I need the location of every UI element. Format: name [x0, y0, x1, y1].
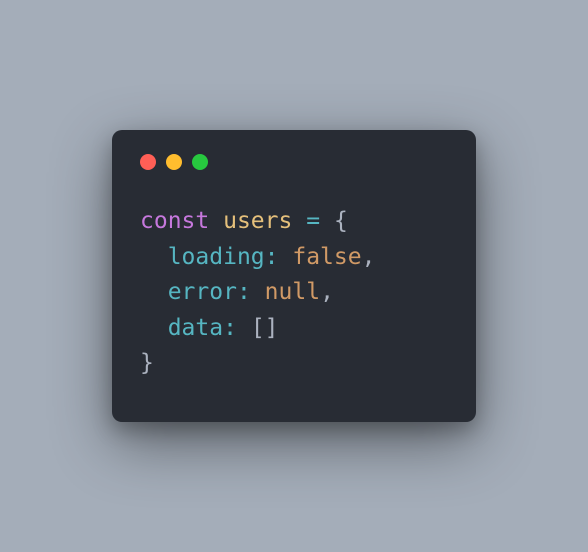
token-operator: = [306, 208, 320, 234]
token-brace: } [140, 350, 154, 376]
token-identifier: users [223, 208, 292, 234]
token-keyword: const [140, 208, 209, 234]
code-window: const users = { loading: false, error: n… [112, 130, 476, 422]
token-brace: { [334, 208, 348, 234]
token-boolean: false [292, 244, 361, 270]
token-brackets: [] [251, 315, 279, 341]
maximize-icon[interactable] [192, 154, 208, 170]
window-titlebar [112, 130, 476, 170]
indent [140, 311, 168, 347]
token-property: loading [168, 244, 265, 270]
token-property: error [168, 279, 237, 305]
token-null: null [265, 279, 320, 305]
token-property: data [168, 315, 223, 341]
close-icon[interactable] [140, 154, 156, 170]
indent [140, 275, 168, 311]
indent [140, 240, 168, 276]
code-block: const users = { loading: false, error: n… [112, 170, 476, 392]
minimize-icon[interactable] [166, 154, 182, 170]
token-comma: , [362, 244, 376, 270]
token-colon: : [265, 244, 279, 270]
token-colon: : [237, 279, 251, 305]
token-comma: , [320, 279, 334, 305]
token-colon: : [223, 315, 237, 341]
